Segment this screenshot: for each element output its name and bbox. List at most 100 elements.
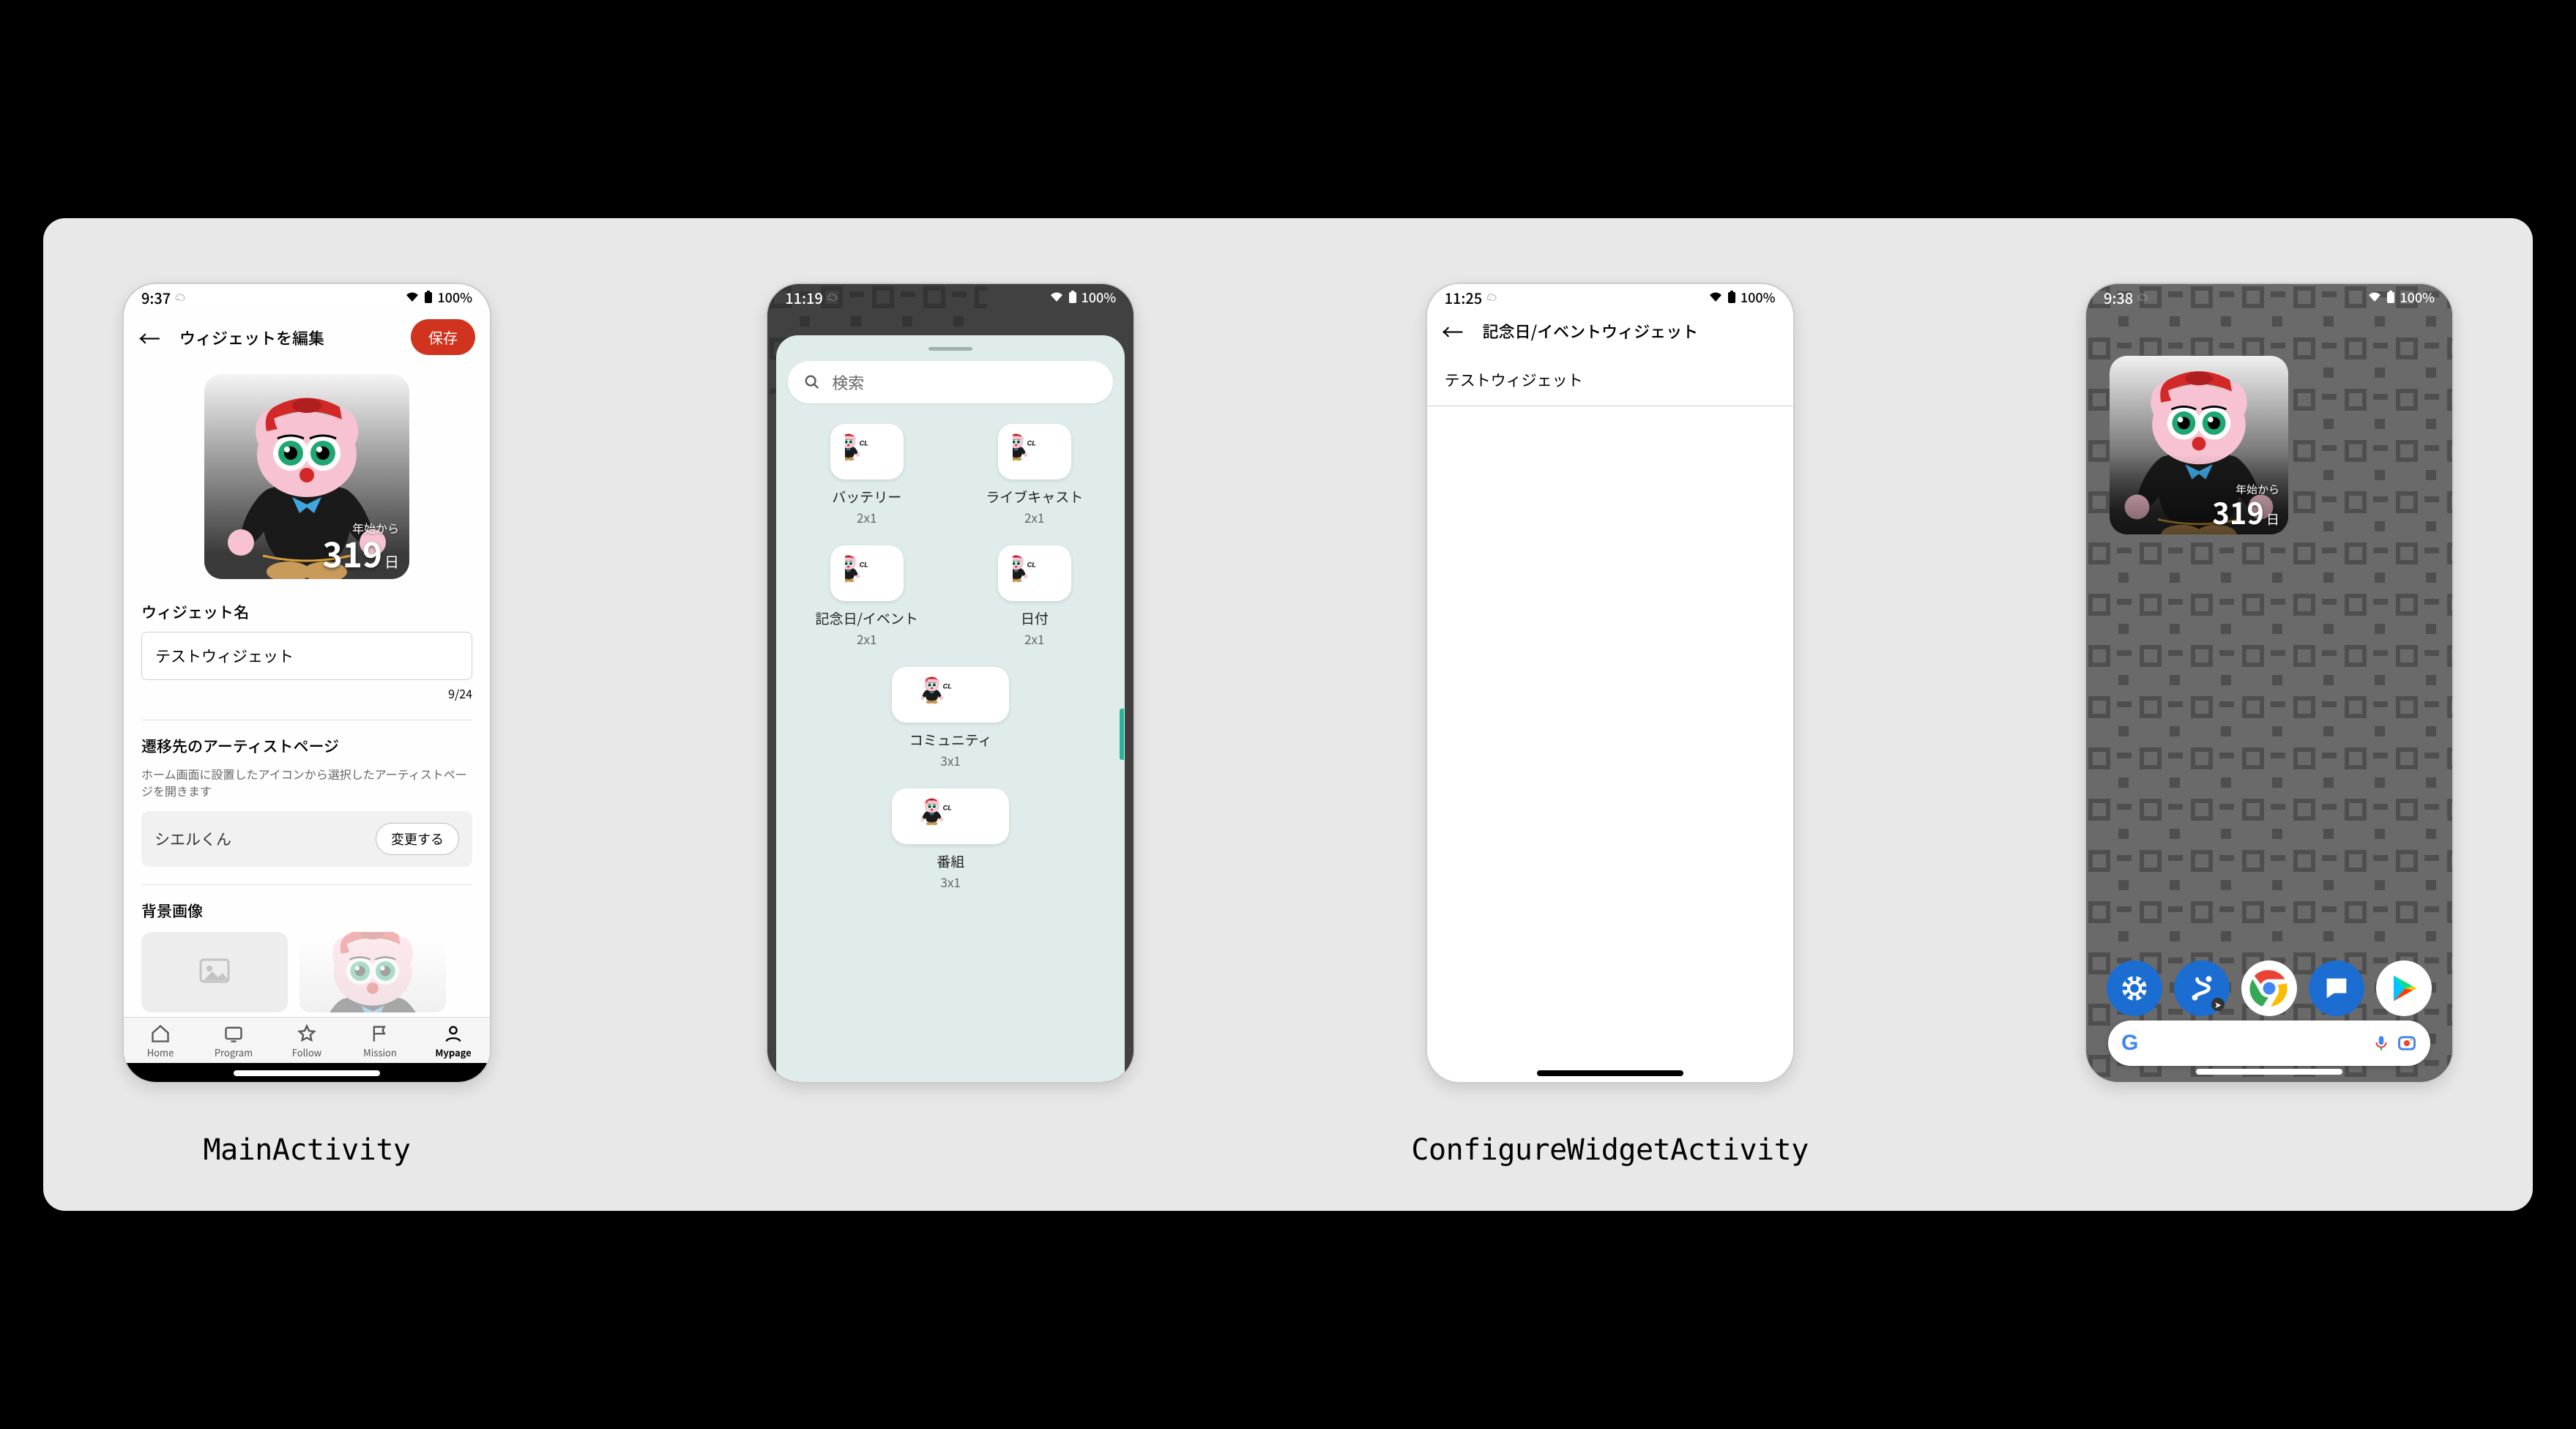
wifi-icon — [2367, 291, 2382, 303]
app-icon — [1013, 433, 1057, 470]
widget-icon-box — [998, 424, 1071, 480]
nav-label: Follow — [292, 1045, 321, 1059]
name-counter: 9/24 — [141, 684, 472, 702]
dock-app-play[interactable] — [2376, 960, 2432, 1016]
save-button[interactable]: 保存 — [411, 319, 475, 355]
chat-icon — [2322, 974, 2351, 1003]
widget-icon-box — [998, 545, 1071, 601]
widget-name: コミュニティ — [909, 730, 992, 750]
status-bar: 9:38☁ 100% — [2086, 284, 2452, 310]
widget-size: 2x1 — [1024, 508, 1044, 526]
widget-size: 3x1 — [941, 751, 961, 769]
widget-card[interactable]: 記念日/イベント 2x1 — [788, 540, 945, 651]
nav-label: Home — [147, 1045, 174, 1059]
status-bar: 9:37☁ 100% — [124, 284, 490, 310]
widget-icon-box — [892, 788, 1009, 844]
mascot-thumb — [299, 932, 446, 1012]
battery-icon — [424, 291, 433, 304]
change-artist-button[interactable]: 変更する — [376, 823, 459, 855]
preview-unit: 日 — [384, 551, 399, 572]
widget-list: テストウィジェット — [1427, 354, 1793, 1063]
page-title: 記念日/イベントウィジェット — [1483, 319, 1779, 343]
status-time: 9:38 — [2104, 287, 2133, 308]
widget-card[interactable]: 日付 2x1 — [956, 540, 1113, 651]
widget-icon-box — [830, 545, 904, 601]
gesture-pill[interactable] — [1537, 1070, 1683, 1076]
gesture-pill[interactable] — [2196, 1069, 2342, 1075]
widget-count: 319 — [2212, 490, 2264, 533]
gesture-pill[interactable] — [234, 1070, 380, 1076]
phones-row: 9:37☁ 100% ← ウィジェットを編集 保存 — [124, 284, 2452, 1167]
nav-follow[interactable]: Follow — [270, 1018, 343, 1063]
google-logo: G — [2121, 1031, 2137, 1056]
phone1-column: 9:37☁ 100% ← ウィジェットを編集 保存 — [124, 284, 490, 1167]
search-placeholder: 検索 — [832, 370, 864, 394]
artist-row: シエルくん 変更する — [141, 811, 472, 867]
system-nav-bar — [1427, 1063, 1793, 1082]
cloud-icon: ☁ — [1486, 290, 1497, 305]
nav-program[interactable]: Program — [197, 1018, 270, 1063]
nav-home[interactable]: Home — [124, 1018, 197, 1063]
nav-mission[interactable]: Mission — [343, 1018, 417, 1063]
nav-label: Program — [215, 1045, 253, 1059]
widget-card[interactable]: ライブキャスト 2x1 — [956, 418, 1113, 529]
caption-configure: ConfigureWidgetActivity — [1411, 1133, 1808, 1167]
cloud-icon: ☁ — [2137, 290, 2148, 305]
widget-name-input[interactable] — [141, 632, 472, 680]
gear-icon — [2120, 974, 2149, 1003]
artist-name: シエルくん — [155, 828, 231, 850]
dock-app-maps[interactable]: ➤ — [2174, 960, 2230, 1016]
widget-card[interactable]: バッテリー 2x1 — [788, 418, 945, 529]
lens-icon[interactable] — [2397, 1033, 2417, 1053]
phone-home-screen: 9:38☁ 100% 年始から 319日 — [2086, 284, 2452, 1082]
status-time: 11:19 — [785, 287, 823, 308]
homescreen-widget[interactable]: 年始から 319日 — [2110, 356, 2288, 534]
phone-configure-list: 11:25☁ 100% ← 記念日/イベントウィジェット テストウィジェット — [1427, 284, 1793, 1082]
page-title: ウィジェットを編集 — [179, 326, 411, 349]
bg-options — [141, 932, 472, 1012]
picker-bottom-sheet[interactable]: 検索 バッテリー 2x1 ライブキャスト 2x1 — [776, 335, 1125, 1082]
nav-mypage[interactable]: Mypage — [417, 1018, 490, 1063]
dock-app-chrome[interactable] — [2241, 960, 2297, 1016]
battery-pct: 100% — [437, 288, 472, 307]
system-nav-bar — [2086, 1062, 2452, 1079]
battery-icon — [1068, 291, 1077, 304]
list-item[interactable]: テストウィジェット — [1427, 354, 1793, 406]
quick-search-bar[interactable]: G — [2108, 1021, 2430, 1066]
preview-count: 319 — [323, 529, 382, 578]
toolbar: ← 記念日/イベントウィジェット — [1427, 310, 1793, 354]
widget-preview: 年始から 319日 — [204, 374, 409, 579]
widget-unit: 日 — [2266, 510, 2279, 529]
scroll-indicator — [1120, 709, 1124, 760]
status-time: 9:37 — [141, 287, 171, 308]
dock-app-settings[interactable] — [2107, 960, 2162, 1016]
back-button[interactable]: ← — [1442, 320, 1464, 342]
preview-text: 年始から 319日 — [323, 519, 399, 572]
phone-main-activity: 9:37☁ 100% ← ウィジェットを編集 保存 — [124, 284, 490, 1082]
tv-icon — [223, 1023, 244, 1044]
widget-size: 2x1 — [1024, 630, 1044, 648]
flag-icon — [370, 1023, 390, 1044]
route-icon — [2188, 974, 2216, 1002]
divider — [141, 884, 472, 885]
widget-card[interactable]: 番組 3x1 — [788, 783, 1113, 894]
status-time: 11:25 — [1445, 287, 1483, 308]
editor-scroll[interactable]: 年始から 319日 ウィジェット名 9/24 遷移先のアーティストページ ホーム… — [124, 367, 490, 1017]
phone4-column: 9:38☁ 100% 年始から 319日 — [2086, 284, 2452, 1082]
widget-size: 3x1 — [941, 873, 961, 891]
dock-app-messages[interactable] — [2309, 960, 2364, 1016]
search-input[interactable]: 検索 — [788, 361, 1113, 403]
bottom-nav: Home Program Follow Mission — [124, 1017, 490, 1063]
sheet-grabber[interactable] — [928, 347, 972, 351]
widget-icon-box — [830, 424, 904, 480]
toolbar: ← ウィジェットを編集 保存 — [124, 310, 490, 367]
back-button[interactable]: ← — [138, 327, 160, 348]
bg-option-mascot[interactable] — [299, 932, 446, 1012]
bg-option-empty[interactable] — [141, 932, 288, 1012]
widget-name: 日付 — [1021, 608, 1049, 628]
diagram-board: 9:37☁ 100% ← ウィジェットを編集 保存 — [43, 218, 2533, 1211]
nav-label: Mypage — [435, 1045, 471, 1059]
system-nav-bar — [124, 1063, 490, 1082]
widget-card[interactable]: コミュニティ 3x1 — [788, 661, 1113, 772]
mic-icon[interactable] — [2372, 1034, 2391, 1053]
